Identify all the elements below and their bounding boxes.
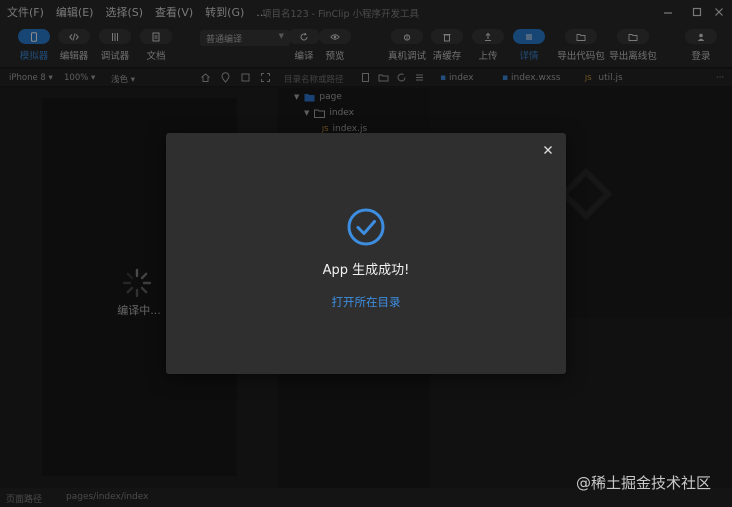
watermark: @稀土掘金技术社区 — [576, 474, 712, 492]
ide-window: 文件(F) 编辑(E) 选择(S) 查看(V) 转到(G) ... 项目名123… — [0, 0, 732, 507]
success-check-icon — [347, 208, 385, 246]
success-dialog: App 生成成功! 打开所在目录 — [166, 133, 566, 374]
close-icon[interactable] — [540, 142, 556, 158]
open-directory-link[interactable]: 打开所在目录 — [166, 294, 566, 310]
success-message: App 生成成功! — [322, 263, 410, 278]
